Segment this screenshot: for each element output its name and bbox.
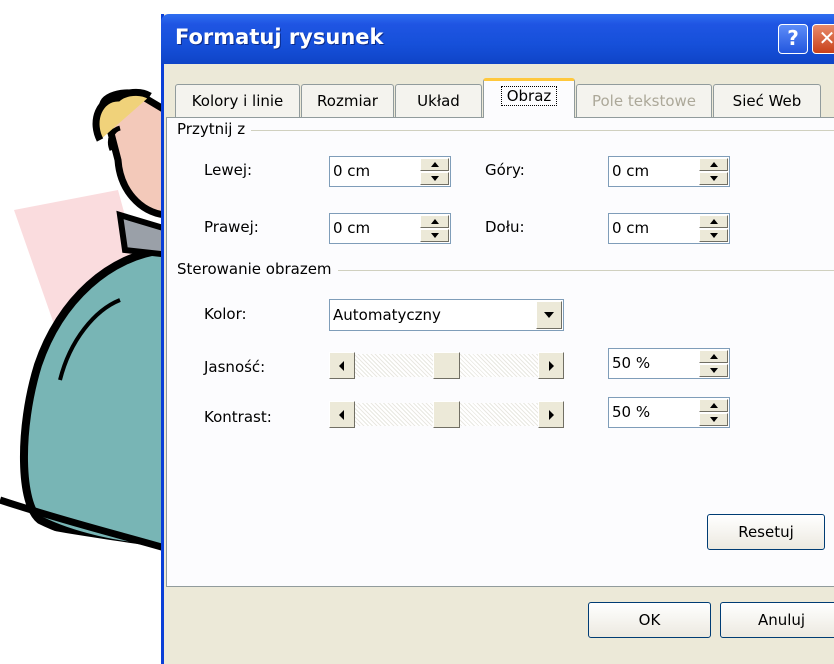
- contrast-label: Kontrast:: [204, 408, 272, 426]
- arrow-down-icon: [710, 368, 718, 373]
- format-picture-dialog: Formatuj rysunek ? ✕ Kolory i linie Rozm…: [161, 14, 834, 664]
- spin-down-button[interactable]: [699, 413, 728, 426]
- arrow-left-icon: [339, 361, 344, 371]
- crop-left-label: Lewej:: [204, 161, 253, 179]
- spin-down-button[interactable]: [699, 364, 728, 377]
- tab-picture[interactable]: Obraz: [483, 78, 575, 118]
- contrast-value: 50 %: [612, 403, 651, 421]
- contrast-spinner[interactable]: 50 %: [608, 397, 730, 428]
- clipart-figure-image: [0, 88, 170, 649]
- tab-text-box: Pole tekstowe: [576, 84, 712, 118]
- tab-strip: Kolory i linie Rozmiar Układ Obraz Pole …: [164, 72, 834, 118]
- arrow-up-icon: [710, 219, 718, 224]
- picture-tab-panel: Przytnij z Lewej: 0 cm Góry: 0 cm Prawej…: [166, 117, 834, 587]
- brightness-spinner[interactable]: 50 %: [608, 348, 730, 379]
- arrow-left-icon: [339, 410, 344, 420]
- question-mark-icon: ?: [787, 26, 799, 50]
- crop-left-spinner[interactable]: 0 cm: [329, 156, 451, 187]
- color-dropdown[interactable]: Automatyczny: [329, 299, 564, 331]
- arrow-down-icon: [710, 176, 718, 181]
- spin-up-button[interactable]: [699, 399, 728, 412]
- color-dropdown-value: Automatyczny: [333, 306, 441, 324]
- spin-down-button[interactable]: [699, 172, 728, 185]
- color-label: Kolor:: [204, 305, 247, 323]
- brightness-value: 50 %: [612, 354, 651, 372]
- slider-thumb[interactable]: [433, 401, 460, 428]
- scroll-right-button[interactable]: [538, 401, 564, 428]
- tab-colors-lines[interactable]: Kolory i linie: [175, 84, 300, 118]
- title-bar[interactable]: Formatuj rysunek ? ✕: [161, 14, 834, 64]
- arrow-right-icon: [549, 361, 554, 371]
- arrow-down-icon: [431, 233, 439, 238]
- tab-web[interactable]: Sieć Web: [713, 84, 821, 118]
- crop-right-label: Prawej:: [204, 218, 259, 236]
- spin-up-button[interactable]: [699, 350, 728, 363]
- scroll-right-button[interactable]: [538, 352, 564, 379]
- arrow-up-icon: [431, 219, 439, 224]
- spin-up-button[interactable]: [699, 158, 728, 171]
- arrow-down-icon: [710, 417, 718, 422]
- spin-up-button[interactable]: [699, 215, 728, 228]
- reset-button[interactable]: Resetuj: [707, 514, 825, 550]
- brightness-slider[interactable]: [329, 352, 564, 379]
- spin-down-button[interactable]: [420, 229, 449, 242]
- chevron-down-icon: [544, 312, 554, 318]
- slider-thumb[interactable]: [433, 352, 460, 379]
- crop-bottom-value: 0 cm: [612, 219, 650, 237]
- close-button[interactable]: ✕: [812, 24, 834, 54]
- tab-size[interactable]: Rozmiar: [301, 84, 394, 118]
- crop-group-divider: [177, 130, 834, 131]
- spin-down-button[interactable]: [420, 172, 449, 185]
- arrow-up-icon: [710, 403, 718, 408]
- help-button[interactable]: ?: [778, 24, 808, 54]
- spin-up-button[interactable]: [420, 158, 449, 171]
- arrow-up-icon: [710, 162, 718, 167]
- arrow-right-icon: [549, 410, 554, 420]
- arrow-up-icon: [710, 354, 718, 359]
- brightness-label: Jasność:: [204, 358, 266, 376]
- crop-top-value: 0 cm: [612, 162, 650, 180]
- arrow-down-icon: [710, 233, 718, 238]
- spin-up-button[interactable]: [420, 215, 449, 228]
- crop-right-value: 0 cm: [333, 219, 371, 237]
- crop-left-value: 0 cm: [333, 162, 371, 180]
- dialog-title: Formatuj rysunek: [175, 25, 384, 49]
- crop-group-label: Przytnij z: [177, 120, 252, 138]
- arrow-up-icon: [431, 162, 439, 167]
- ok-button[interactable]: OK: [588, 602, 711, 638]
- crop-top-label: Góry:: [485, 161, 525, 179]
- dropdown-button[interactable]: [536, 301, 562, 329]
- cancel-button[interactable]: Anuluj: [720, 602, 834, 638]
- crop-bottom-label: Dołu:: [485, 218, 525, 236]
- scroll-left-button[interactable]: [329, 401, 355, 428]
- crop-top-spinner[interactable]: 0 cm: [608, 156, 730, 187]
- spin-down-button[interactable]: [699, 229, 728, 242]
- crop-right-spinner[interactable]: 0 cm: [329, 213, 451, 244]
- arrow-down-icon: [431, 176, 439, 181]
- image-control-group-label: Sterowanie obrazem: [177, 260, 338, 278]
- crop-bottom-spinner[interactable]: 0 cm: [608, 213, 730, 244]
- tab-layout[interactable]: Układ: [395, 84, 482, 118]
- contrast-slider[interactable]: [329, 401, 564, 428]
- close-x-icon: ✕: [818, 26, 834, 50]
- scroll-left-button[interactable]: [329, 352, 355, 379]
